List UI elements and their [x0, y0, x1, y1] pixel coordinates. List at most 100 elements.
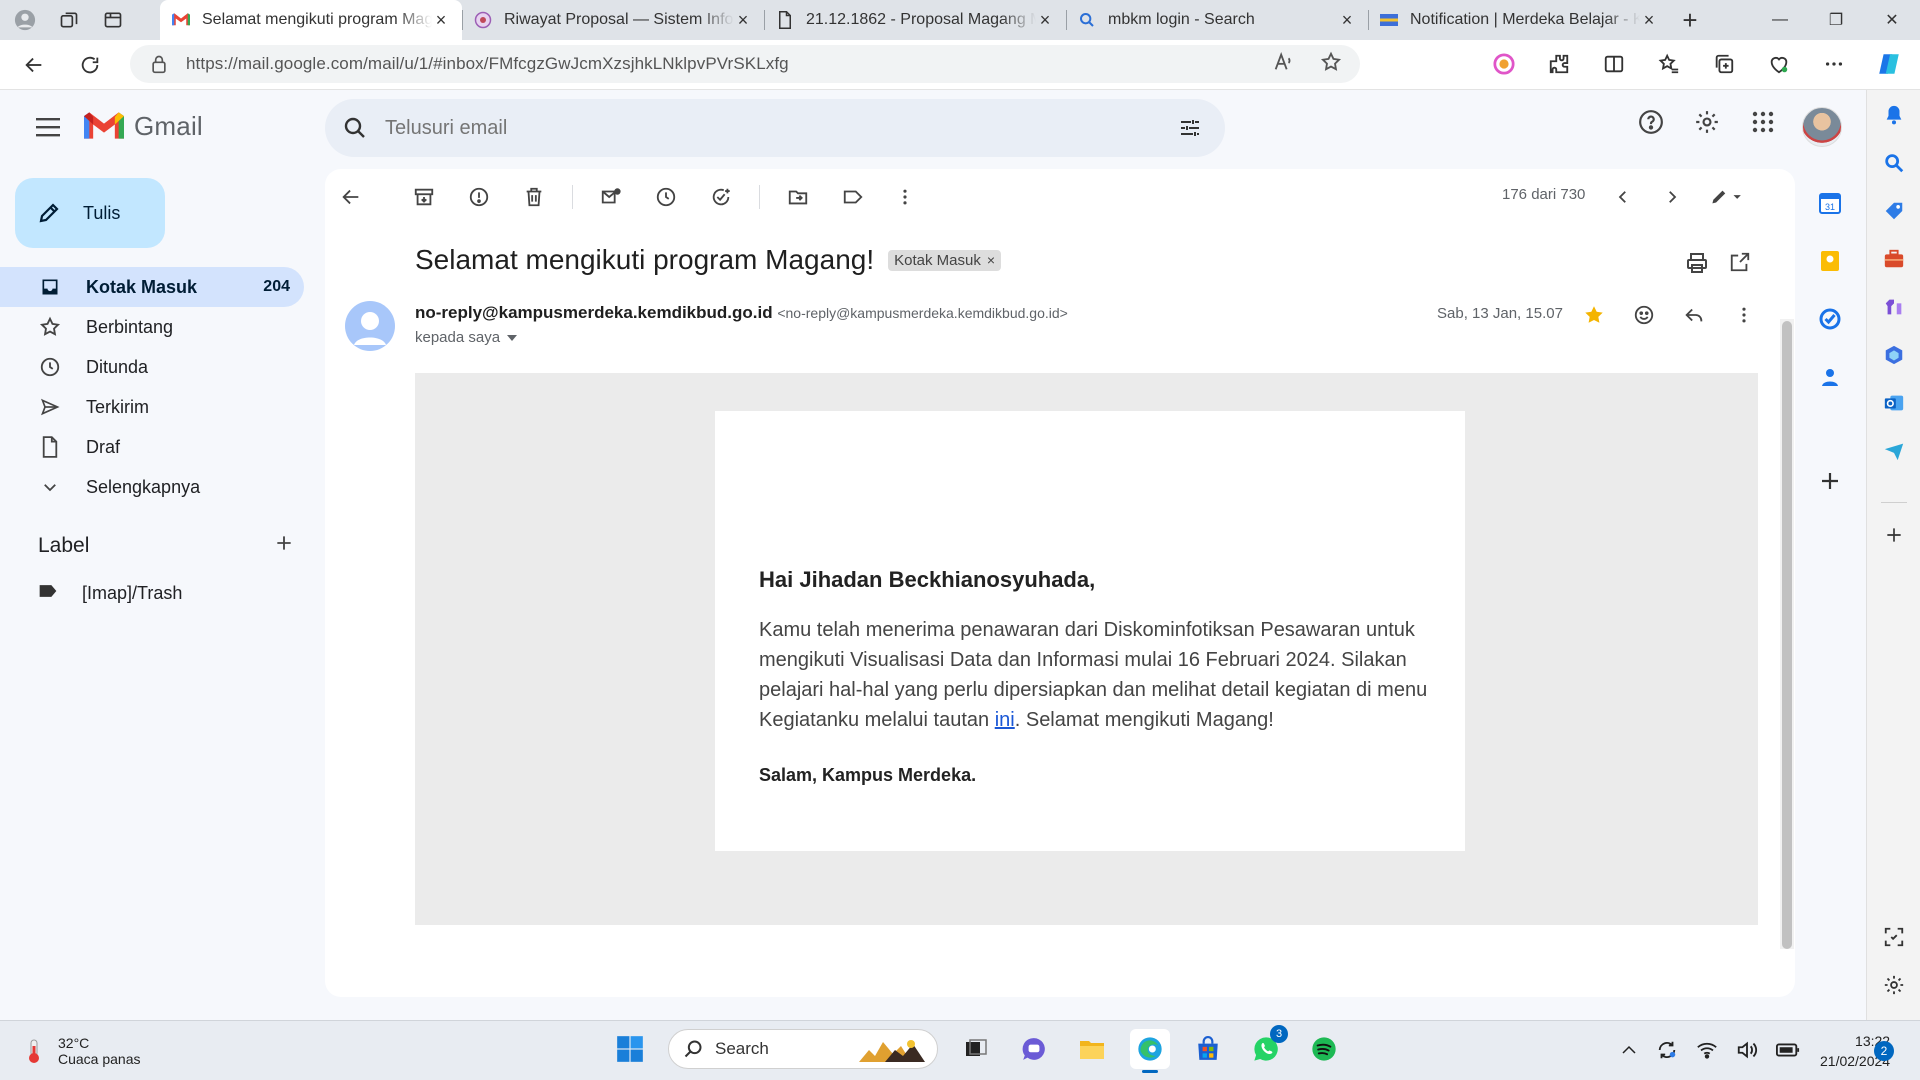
apps-grid-icon[interactable] — [1748, 107, 1778, 137]
weather-widget[interactable]: 32°C Cuaca panas — [24, 1035, 141, 1067]
close-icon[interactable]: × — [734, 10, 752, 31]
minimize-icon[interactable]: — — [1752, 0, 1808, 40]
sender-avatar[interactable] — [345, 301, 395, 351]
contacts-icon[interactable] — [1818, 365, 1842, 394]
add-label-icon[interactable] — [274, 533, 294, 559]
gmail-logo[interactable]: Gmail — [84, 111, 203, 142]
edge-browser-icon[interactable] — [1130, 1029, 1170, 1073]
more-vert-icon[interactable] — [891, 183, 919, 211]
reply-icon[interactable] — [1680, 301, 1708, 329]
snooze-icon[interactable] — [652, 183, 680, 211]
battery-icon[interactable] — [1776, 1042, 1800, 1063]
favorites-icon[interactable] — [1655, 48, 1683, 80]
drop-send-icon[interactable] — [1881, 438, 1907, 464]
whatsapp-icon[interactable]: 3 — [1246, 1025, 1288, 1069]
back-to-inbox-icon[interactable] — [337, 183, 365, 211]
more-options-icon[interactable] — [1820, 48, 1848, 80]
remove-label-icon[interactable]: × — [987, 252, 995, 268]
print-icon[interactable] — [1685, 251, 1709, 280]
pane-scrollbar[interactable] — [1780, 319, 1794, 949]
sidebar-label-trash[interactable]: [Imap]/Trash — [38, 583, 182, 604]
sidebar-item-drafts[interactable]: Draf — [0, 427, 304, 467]
tab-kampus-merdeka[interactable]: Notification | Merdeka Belajar - Kampus … — [1368, 0, 1670, 40]
close-window-icon[interactable]: ✕ — [1864, 0, 1920, 40]
volume-icon[interactable] — [1736, 1040, 1758, 1065]
screenshot-icon[interactable] — [1881, 924, 1907, 950]
spotify-icon[interactable] — [1304, 1029, 1344, 1069]
recipient-line[interactable]: kepada saya — [415, 329, 518, 346]
sidebar-item-snoozed[interactable]: Ditunda — [0, 347, 304, 387]
sync-icon[interactable] — [1656, 1039, 1678, 1066]
task-view-icon[interactable] — [956, 1029, 996, 1069]
extensions-icon[interactable] — [1545, 48, 1573, 80]
more-vert-icon[interactable] — [1730, 301, 1758, 329]
collections-icon[interactable] — [1710, 48, 1738, 80]
close-icon[interactable]: × — [1640, 10, 1658, 31]
older-chevron-icon[interactable] — [1658, 183, 1686, 211]
refresh-icon[interactable] — [70, 45, 110, 85]
tab-proposal-doc[interactable]: 21.12.1862 - Proposal Magang MBKM × — [764, 0, 1066, 40]
menu-icon[interactable] — [36, 116, 62, 138]
read-aloud-icon[interactable] — [1272, 51, 1294, 78]
sidebar-item-sent[interactable]: Terkirim — [0, 387, 304, 427]
delete-icon[interactable] — [520, 183, 548, 211]
profile-icon[interactable] — [14, 9, 36, 31]
label-as-icon[interactable] — [839, 183, 867, 211]
sidebar-item-inbox[interactable]: Kotak Masuk 204 — [0, 267, 304, 307]
games-icon[interactable] — [1881, 294, 1907, 320]
tray-overflow-icon[interactable] — [1620, 1043, 1638, 1062]
sidebar-item-more[interactable]: Selengkapnya — [0, 467, 304, 507]
newer-chevron-icon[interactable] — [1609, 183, 1637, 211]
workspaces-icon[interactable] — [58, 9, 80, 31]
tab-gmail[interactable]: Selamat mengikuti program Magang! × — [160, 0, 462, 40]
microsoft-365-icon[interactable] — [1881, 342, 1907, 368]
account-avatar[interactable] — [1802, 107, 1842, 147]
star-icon[interactable] — [1580, 301, 1608, 329]
lock-icon[interactable] — [150, 54, 172, 74]
open-new-window-icon[interactable] — [1729, 251, 1751, 280]
scrollbar-thumb[interactable] — [1782, 321, 1792, 949]
sender-name[interactable]: no-reply@kampusmerdeka.kemdikbud.go.id — [415, 303, 773, 322]
taskbar-search[interactable]: Search — [668, 1029, 938, 1069]
close-icon[interactable]: × — [432, 10, 450, 31]
report-spam-icon[interactable] — [465, 183, 493, 211]
maximize-icon[interactable]: ❐ — [1808, 0, 1864, 40]
compose-button[interactable]: Tulis — [15, 178, 165, 248]
close-icon[interactable]: × — [1036, 10, 1054, 31]
favorite-star-icon[interactable] — [1320, 51, 1342, 78]
settings-gear-icon[interactable] — [1692, 107, 1722, 137]
start-button[interactable] — [610, 1029, 650, 1069]
help-icon[interactable] — [1636, 107, 1666, 137]
keep-icon[interactable] — [1818, 249, 1842, 278]
tab-actions-icon[interactable] — [102, 9, 124, 31]
search-input[interactable] — [385, 116, 1155, 140]
search-icon[interactable] — [325, 116, 385, 140]
outlook-icon[interactable] — [1881, 390, 1907, 416]
input-tools-icon[interactable] — [1705, 183, 1751, 211]
wifi-icon[interactable] — [1696, 1040, 1718, 1065]
tab-riwayat-proposal[interactable]: Riwayat Proposal — Sistem Informasi × — [462, 0, 764, 40]
emoji-reaction-icon[interactable] — [1630, 301, 1658, 329]
tasks-icon[interactable] — [1818, 307, 1842, 336]
move-to-icon[interactable] — [784, 183, 812, 211]
search-options-icon[interactable] — [1155, 116, 1225, 140]
notification-count-badge[interactable]: 2 — [1874, 1041, 1894, 1061]
add-addon-icon[interactable] — [1818, 469, 1842, 498]
add-to-tasks-icon[interactable] — [707, 183, 735, 211]
sidebar-settings-icon[interactable] — [1881, 972, 1907, 998]
split-screen-icon[interactable] — [1600, 48, 1628, 80]
link-kegiatanku[interactable]: ini — [995, 709, 1015, 731]
url-field[interactable]: https://mail.google.com/mail/u/1/#inbox/… — [130, 45, 1360, 83]
teams-chat-icon[interactable] — [1014, 1029, 1054, 1069]
copilot-color-icon[interactable] — [1490, 48, 1518, 80]
add-sidebar-app-icon[interactable] — [1881, 522, 1907, 548]
notification-bell-icon[interactable] — [1881, 102, 1907, 128]
back-icon[interactable] — [14, 45, 54, 85]
new-tab-button[interactable]: + — [1670, 0, 1710, 40]
microsoft-store-icon[interactable] — [1188, 1029, 1228, 1069]
mark-unread-icon[interactable] — [597, 183, 625, 211]
close-icon[interactable]: × — [1338, 10, 1356, 31]
calendar-icon[interactable]: 31 — [1818, 191, 1842, 220]
search-bar[interactable] — [325, 99, 1225, 157]
tab-bing-search[interactable]: mbkm login - Search × — [1066, 0, 1368, 40]
